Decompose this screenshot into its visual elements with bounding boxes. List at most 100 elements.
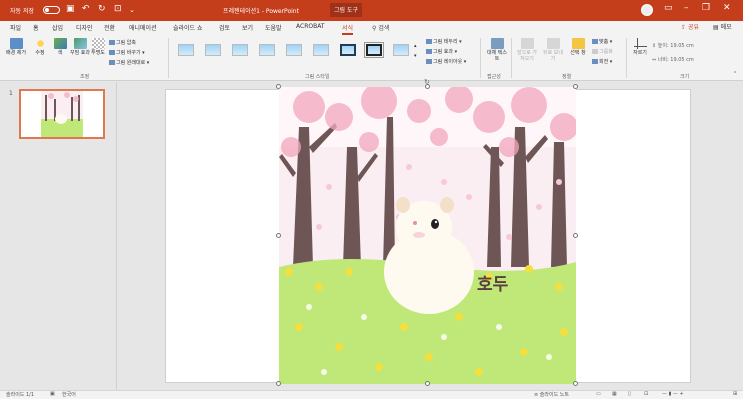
slide-sorter-icon[interactable]: ▦ [612,391,617,397]
tab-slideshow[interactable]: 슬라이드 쇼 [173,23,203,32]
language-label[interactable]: 한국어 [62,391,76,398]
resize-handle[interactable] [573,381,578,386]
customize-toolbar-icon[interactable]: ⌄ [129,6,135,14]
compress-pictures-button[interactable]: 그림 압축 [109,39,136,46]
corrections-label: 수정 [35,50,45,56]
picture-effects-icon [426,49,432,54]
slideshow-view-icon[interactable]: ⊡ [644,391,648,397]
collapse-ribbon-icon[interactable]: ⌃ [733,71,737,77]
height-field[interactable]: ⇕ 높이: 19.05 cm [652,42,694,49]
send-backward-button[interactable]: 뒤로 보내기 [542,38,564,62]
resize-handle[interactable] [573,233,578,238]
thumbnail-picture [41,91,83,137]
transparency-label: 투명도 [91,50,105,56]
hamster-picture[interactable]: 호두 [279,87,576,384]
tab-home[interactable]: 홈 [33,23,39,32]
tab-animations[interactable]: 애니메이션 [129,23,157,32]
redo-icon[interactable]: ↻ [98,4,106,14]
picture-style-4[interactable] [259,44,275,56]
user-avatar[interactable] [641,4,653,16]
align-button[interactable]: 맞춤 ▾ [592,38,612,45]
picture-border-button[interactable]: 그림 테두리 ▾ [426,38,462,45]
minimize-icon[interactable]: – [684,3,689,13]
picture-caption: 호두 [477,275,509,295]
tab-acrobat[interactable]: ACROBAT [296,23,325,30]
picture-style-7[interactable] [340,44,356,56]
corrections-button[interactable]: 수정 [30,38,50,56]
color-button[interactable]: 색 [50,38,70,56]
title-bar: 자동 저장 ▣ ↶ ↻ ⊡ ⌄ 프레젠테이션1 - PowerPoint 그림 … [0,0,743,21]
undo-icon[interactable]: ↶ [82,4,90,14]
artistic-effects-button[interactable]: 꾸밈 효과 [70,38,90,56]
close-icon[interactable]: ✕ [723,3,731,13]
alt-text-button[interactable]: 대체 텍스트 [486,38,508,62]
picture-layout-button[interactable]: 그림 레이아웃 ▾ [426,58,466,65]
picture-style-2[interactable] [205,44,221,56]
group-objects-icon [592,49,598,54]
group-divider [511,38,512,78]
search-label: 검색 [378,25,390,32]
ribbon-display-icon[interactable]: ▭ [664,3,673,13]
picture-layout-icon [426,59,432,64]
width-field[interactable]: ⇔ 너비: 19.05 cm [652,56,694,63]
transparency-button[interactable]: 투명도 [88,38,108,56]
resize-handle[interactable] [276,233,281,238]
tab-file[interactable]: 파일 [10,23,21,32]
notes-label: 슬라이드 노트 [539,392,569,398]
bring-forward-button[interactable]: 앞으로 가져오기 [516,38,538,62]
styles-scroll-down-icon[interactable]: ▾ [414,53,417,59]
tab-review[interactable]: 검토 [219,23,230,32]
resize-handle[interactable] [276,84,281,89]
picture-style-6[interactable] [313,44,329,56]
send-backward-label: 뒤로 보내기 [543,50,563,62]
share-button[interactable]: ⇪ 공유 [681,22,699,31]
slide-thumbnail-pane: 1 [0,82,117,390]
send-backward-icon [546,38,560,49]
tab-design[interactable]: 디자인 [76,23,93,32]
resize-handle[interactable] [573,84,578,89]
crop-button[interactable]: 자르기 [630,38,650,56]
tab-transitions[interactable]: 전환 [104,23,115,32]
tab-help[interactable]: 도움말 [265,23,282,32]
spelling-icon[interactable]: ▣ [50,391,55,397]
group-objects-button[interactable]: 그룹화 [592,48,613,55]
rotate-button[interactable]: 회전 ▾ [592,58,612,65]
align-icon [592,39,598,44]
picture-style-8[interactable] [364,42,384,58]
change-picture-button[interactable]: 그림 바꾸기 ▾ [109,49,145,56]
tab-view[interactable]: 보기 [242,23,253,32]
selection-pane-button[interactable]: 선택 창 [567,38,589,56]
notes-button[interactable]: ≡ 슬라이드 노트 [534,391,569,398]
corrections-icon [33,38,47,49]
styles-scroll-up-icon[interactable]: ▴ [414,43,417,49]
comments-button[interactable]: ▤ 메모 [713,22,732,31]
restore-icon[interactable]: ❐ [702,3,710,13]
selection-pane-label: 선택 창 [570,50,586,56]
normal-view-icon[interactable]: ▭ [596,391,601,397]
resize-handle[interactable] [425,84,430,89]
slide-thumbnail[interactable] [19,89,105,139]
resize-handle[interactable] [425,381,430,386]
adjust-group-label: 조정 [80,74,90,80]
alt-text-label: 대체 텍스트 [487,50,507,62]
resize-handle[interactable] [276,381,281,386]
picture-style-3[interactable] [232,44,248,56]
picture-effects-button[interactable]: 그림 효과 ▾ [426,48,457,55]
artistic-effects-label: 꾸밈 효과 [70,50,90,56]
picture-style-5[interactable] [286,44,302,56]
save-icon[interactable]: ▣ [66,4,75,14]
fit-to-window-icon[interactable]: ⊞ [733,391,737,397]
slideshow-icon[interactable]: ⊡ [114,4,122,14]
tab-insert[interactable]: 삽입 [52,23,63,32]
reading-view-icon[interactable]: ▯ [628,391,631,397]
width-icon: ⇔ [652,57,657,63]
zoom-slider[interactable]: — ▮ — + [662,391,684,397]
styles-group-label: 그림 스타일 [305,74,330,80]
tab-format[interactable]: 서식 [342,23,354,35]
autosave-toggle[interactable] [43,6,60,14]
picture-style-9[interactable] [393,44,409,56]
search-box[interactable]: ⚲ 검색 [372,23,389,32]
reset-picture-button[interactable]: 그림 원래대로 ▾ [109,59,149,66]
picture-style-1[interactable] [178,44,194,56]
remove-background-button[interactable]: 배경 제거 [6,38,26,56]
